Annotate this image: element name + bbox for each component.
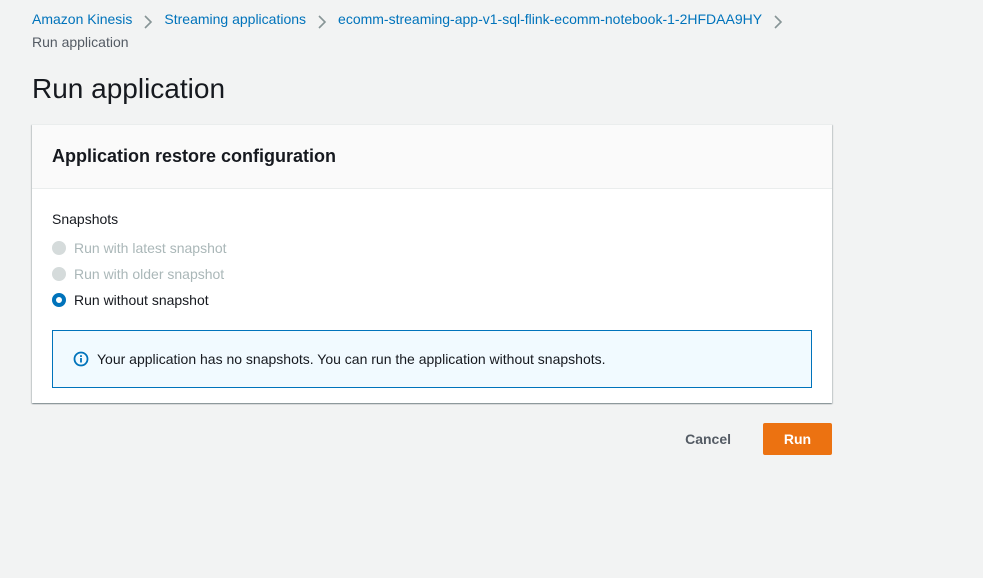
- panel-title: Application restore configuration: [52, 146, 337, 166]
- breadcrumb-link-amazon-kinesis[interactable]: Amazon Kinesis: [32, 11, 132, 27]
- chevron-right-icon: [762, 9, 794, 31]
- radio-button-latest-snapshot: [52, 241, 66, 255]
- radio-button-without-snapshot[interactable]: [52, 293, 66, 307]
- info-alert: Your application has no snapshots. You c…: [52, 330, 812, 388]
- breadcrumb-link-application[interactable]: ecomm-streaming-app-v1-sql-flink-ecomm-n…: [338, 11, 762, 27]
- radio-older-snapshot: Run with older snapshot: [52, 261, 812, 287]
- breadcrumb-link-streaming-applications[interactable]: Streaming applications: [164, 11, 306, 27]
- radio-button-older-snapshot: [52, 267, 66, 281]
- radio-label-older-snapshot: Run with older snapshot: [74, 266, 225, 282]
- breadcrumb: Amazon Kinesis Streaming applications ecom…: [32, 8, 832, 53]
- chevron-right-icon: [132, 9, 164, 31]
- chevron-right-icon: [306, 9, 338, 31]
- breadcrumb-current: Run application: [32, 34, 129, 51]
- radio-without-snapshot[interactable]: Run without snapshot: [52, 287, 812, 313]
- radio-label-latest-snapshot: Run with latest snapshot: [74, 240, 227, 256]
- radio-label-without-snapshot[interactable]: Run without snapshot: [74, 292, 209, 308]
- snapshots-label: Snapshots: [52, 211, 119, 227]
- info-icon: [73, 351, 89, 367]
- panel-header: Application restore configuration: [32, 125, 832, 189]
- run-button[interactable]: Run: [763, 423, 832, 455]
- info-message: Your application has no snapshots. You c…: [97, 351, 606, 367]
- restore-configuration-panel: Application restore configuration Snapsh…: [32, 124, 832, 403]
- cancel-button[interactable]: Cancel: [665, 423, 751, 455]
- radio-latest-snapshot: Run with latest snapshot: [52, 235, 812, 261]
- panel-body: Snapshots Run with latest snapshot Run w…: [32, 189, 832, 408]
- form-actions: Cancel Run: [32, 423, 832, 455]
- page-title: Run application: [32, 73, 226, 104]
